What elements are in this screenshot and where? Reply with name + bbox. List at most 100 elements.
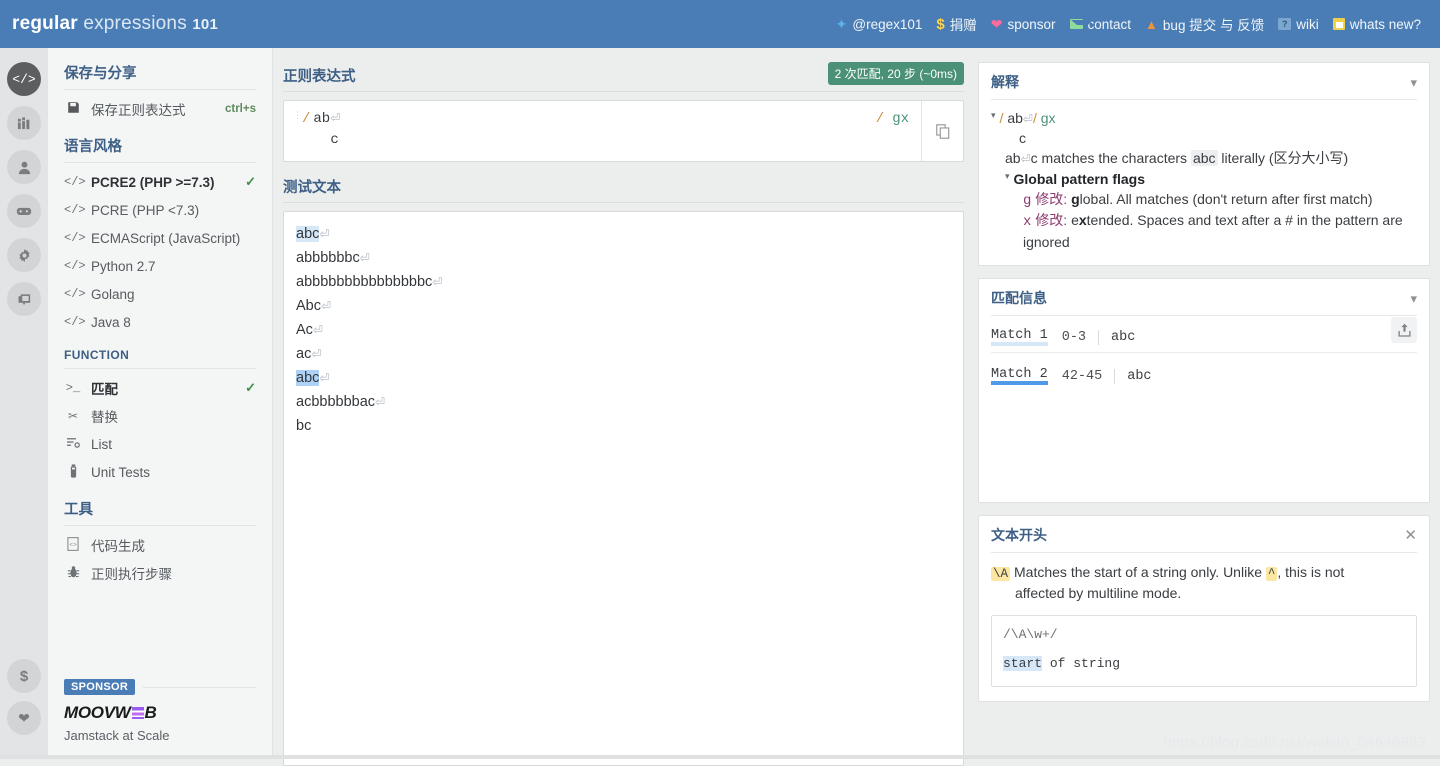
token-badge-caret: ^: [1265, 567, 1278, 582]
sidebar-shortcut-save: ctrl+s: [224, 103, 256, 115]
newline-glyph: ⏎: [312, 323, 323, 337]
test-line: abc⏎: [296, 222, 951, 246]
explanation-flags-group[interactable]: ▾ Global pattern flags: [991, 170, 1417, 190]
explanation-title: 解释: [991, 74, 1019, 90]
save-disk-icon: [64, 101, 82, 117]
quick-reference-description: \A Matches the start of a string only. Un…: [991, 562, 1417, 583]
sidebar-item-flavor-golang[interactable]: </> Golang: [64, 280, 256, 308]
sidebar-item-function-list[interactable]: List: [64, 430, 256, 458]
collapse-triangle-icon[interactable]: ▾: [1005, 170, 1010, 183]
test-line-text: abbbbbbbbbbbbbbbc: [296, 274, 433, 290]
chevron-down-icon[interactable]: ▾: [1410, 292, 1417, 305]
nav-item-whats-new[interactable]: whats new?: [1326, 17, 1428, 32]
open-delimiter: /: [999, 110, 1004, 126]
icon-rail: </> $ ❤: [0, 48, 48, 759]
sidebar-item-function-unit-tests[interactable]: Unit Tests: [64, 458, 256, 486]
code-icon: </>: [64, 203, 86, 217]
copy-regex-button[interactable]: [921, 101, 963, 161]
sidebar-section-flavor-title: 语言风格: [64, 135, 256, 163]
rail-item-favorite[interactable]: ❤: [7, 701, 41, 735]
code-icon: </>: [64, 315, 86, 329]
test-line-text: ac: [296, 346, 312, 362]
regex-editor[interactable]: ⋮ / ab⏎ c: [284, 101, 869, 161]
match-row[interactable]: Match 2 42-45 abc: [991, 353, 1417, 391]
regex-pattern-text[interactable]: ab⏎ c: [313, 111, 858, 151]
sponsor-logo[interactable]: MOOVW B: [64, 703, 256, 723]
bug-icon: [64, 565, 82, 582]
sidebar-item-function-substitution[interactable]: ✂ 替换: [64, 402, 256, 430]
nav-item-bug[interactable]: ▲ bug 提交 与 反馈: [1138, 14, 1271, 34]
test-line: bc: [296, 414, 951, 438]
explanation-pattern: / ab⏎/ gx: [1000, 109, 1056, 129]
rail-item-donate[interactable]: $: [7, 659, 41, 693]
rail-item-gamepad[interactable]: [7, 194, 41, 228]
match-label[interactable]: Match 2: [991, 367, 1048, 385]
sidebar-item-function-match[interactable]: >_ 匹配 ✓: [64, 374, 256, 402]
explanation-card: 解释 ▾ ▾ / ab⏎/ gx c ab⏎c matches the char…: [978, 62, 1430, 267]
close-icon[interactable]: ✕: [1404, 528, 1417, 543]
match-row[interactable]: Match 1 0-3 abc: [991, 320, 1417, 352]
test-line: Ac⏎: [296, 318, 951, 342]
pattern-body: ab: [1007, 110, 1023, 126]
code-icon: </>: [64, 231, 86, 245]
sidebar-label-tool-code-generator: 代码生成: [91, 539, 145, 554]
collapse-triangle-icon[interactable]: ▾: [991, 109, 996, 122]
sidebar-item-flavor-ecmascript[interactable]: </> ECMAScript (JavaScript): [64, 224, 256, 252]
rail-item-chat[interactable]: [7, 282, 41, 316]
nav-item-contact[interactable]: contact: [1063, 17, 1139, 32]
code-icon: </>: [12, 71, 36, 87]
explanation-pattern-line-2: c: [1019, 129, 1026, 146]
drag-handle-icon[interactable]: ⋮: [293, 111, 302, 151]
nav-item-sponsor[interactable]: ❤ sponsor: [984, 17, 1063, 32]
mail-icon: [1069, 19, 1093, 29]
code-icon: </>: [64, 287, 86, 301]
test-line: abbbbbbbbbbbbbbbc⏎: [296, 270, 951, 294]
app-logo[interactable]: regular expressions 101: [12, 13, 218, 35]
nav-label-sponsor: sponsor: [1007, 16, 1056, 32]
regex-open-delimiter: /: [302, 111, 311, 127]
match-label[interactable]: Match 1: [991, 328, 1048, 346]
regex-flags[interactable]: / gx: [869, 101, 921, 161]
check-icon: ✓: [245, 380, 256, 395]
newline-glyph: ⏎: [432, 275, 443, 289]
nav-item-wiki[interactable]: ? wiki: [1271, 17, 1326, 32]
newline-glyph: ⏎: [319, 227, 330, 241]
sidebar-item-flavor-pcre[interactable]: </> PCRE (PHP <7.3): [64, 196, 256, 224]
chevron-down-icon[interactable]: ▾: [1410, 76, 1417, 89]
sidebar-item-tool-regex-debugger[interactable]: 正则执行步骤: [64, 559, 256, 587]
desc-b: , this is not: [1277, 564, 1345, 581]
sidebar-item-save-regex[interactable]: 保存正则表达式 ctrl+s: [64, 95, 256, 123]
regex-line1-text: ab: [313, 111, 331, 127]
test-string-editor[interactable]: abc⏎ abbbbbbc⏎ abbbbbbbbbbbbbbbc⏎ Abc⏎ A…: [283, 211, 964, 766]
test-line-text: acbbbbbbac: [296, 394, 376, 410]
export-matches-button[interactable]: [1391, 317, 1417, 344]
sidebar-item-flavor-pcre2[interactable]: </> PCRE2 (PHP >=7.3) ✓: [64, 168, 256, 196]
match-info-body: Match 1 0-3 abc Match 2 42-45 abc: [979, 316, 1429, 403]
test-panel-header: 测试文本: [283, 176, 964, 203]
regex-input-box[interactable]: ⋮ / ab⏎ c / gx: [283, 100, 964, 162]
rail-item-library[interactable]: [7, 106, 41, 140]
sidebar-item-flavor-python[interactable]: </> Python 2.7: [64, 252, 256, 280]
heart-icon: ❤: [990, 16, 1003, 32]
nav-item-donate[interactable]: $ 捐赠: [929, 14, 983, 34]
sponsor-block[interactable]: SPONSOR MOOVW B Jamstack at Scale: [64, 679, 256, 743]
rail-item-settings[interactable]: [7, 238, 41, 272]
nav-label-wiki: wiki: [1296, 16, 1319, 32]
sidebar-label-flavor-python: Python 2.7: [91, 258, 156, 274]
rail-item-account[interactable]: [7, 150, 41, 184]
flag-pre: e: [1071, 212, 1079, 229]
explanation-pattern-row[interactable]: ▾ / ab⏎/ gx: [991, 109, 1417, 129]
nav-item-twitter[interactable]: ✦ @regex101: [829, 17, 930, 32]
sidebar-item-tool-code-generator[interactable]: <> 代码生成: [64, 531, 256, 559]
sidebar-label-flavor-ecmascript: ECMAScript (JavaScript): [91, 230, 241, 246]
right-column: 解释 ▾ ▾ / ab⏎/ gx c ab⏎c matches the char…: [974, 48, 1440, 759]
sponsor-logo-glyph: [131, 707, 144, 719]
top-bar: regular expressions 101 ✦ @regex101 $ 捐赠…: [0, 0, 1440, 48]
test-line: abbbbbbc⏎: [296, 246, 951, 270]
rail-item-regex-editor[interactable]: </>: [7, 62, 41, 96]
list-icon: [64, 437, 82, 452]
explanation-flag-item-x: x 修改: extended. Spaces and text after a …: [991, 211, 1417, 253]
sidebar-item-flavor-java[interactable]: </> Java 8: [64, 308, 256, 336]
test-line-text: Abc: [296, 298, 321, 314]
example-subject: start of string: [1003, 655, 1405, 674]
